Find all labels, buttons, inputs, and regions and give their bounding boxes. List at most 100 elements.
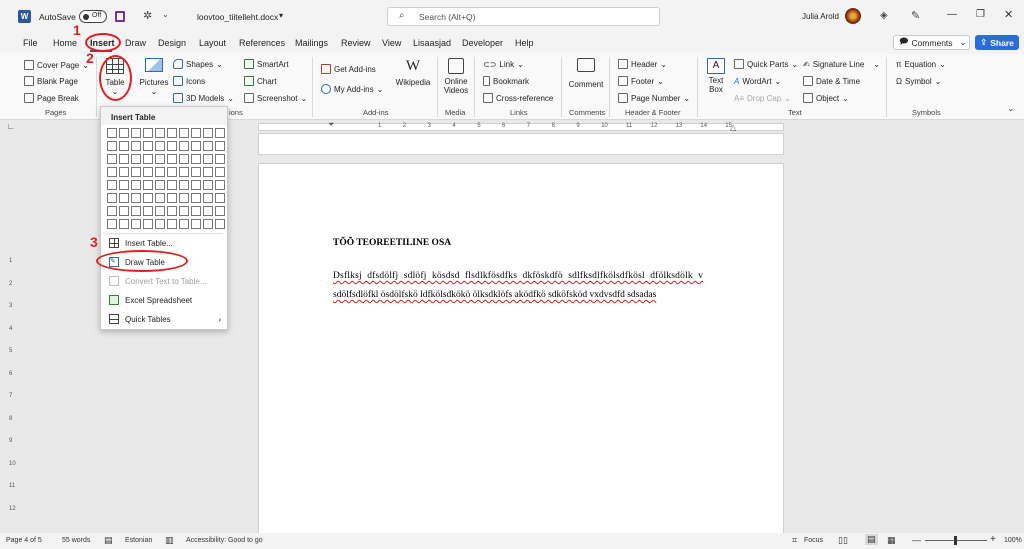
- table-grid-cell[interactable]: [167, 206, 177, 216]
- filename-chevron-icon[interactable]: ▾: [279, 11, 283, 20]
- document-filename[interactable]: loovtoo_tiitelleht.docx: [197, 12, 278, 22]
- zoom-in-icon[interactable]: +: [990, 534, 996, 545]
- table-grid-cell[interactable]: [191, 206, 201, 216]
- icons-button[interactable]: Icons: [173, 74, 205, 88]
- table-grid-cell[interactable]: [179, 219, 189, 229]
- avatar[interactable]: [845, 8, 861, 24]
- tab-draw[interactable]: Draw: [125, 38, 146, 48]
- tab-mailings[interactable]: Mailings: [295, 38, 328, 48]
- table-grid-cell[interactable]: [191, 219, 201, 229]
- shapes-button[interactable]: Shapes ⌄: [173, 57, 223, 71]
- table-grid-cell[interactable]: [203, 167, 213, 177]
- share-button[interactable]: ⇪ Share: [975, 35, 1019, 50]
- table-grid-cell[interactable]: [155, 206, 165, 216]
- premium-diamond-icon[interactable]: ◈: [880, 10, 888, 21]
- bookmark-button[interactable]: Bookmark: [483, 74, 529, 88]
- zoom-out-icon[interactable]: —: [912, 535, 921, 545]
- table-grid-cell[interactable]: [179, 141, 189, 151]
- comments-button[interactable]: 🗩 Comments ⌄: [893, 35, 970, 50]
- user-name[interactable]: Julia Arold: [802, 12, 839, 21]
- footer-button[interactable]: Footer ⌄: [618, 74, 664, 88]
- cover-page-button[interactable]: Cover Page ⌄: [24, 58, 89, 72]
- save-icon[interactable]: [115, 11, 125, 22]
- table-grid-cell[interactable]: [119, 128, 129, 138]
- table-grid-cell[interactable]: [119, 141, 129, 151]
- table-grid-cell[interactable]: [143, 128, 153, 138]
- table-grid-cell[interactable]: [107, 193, 117, 203]
- tab-help[interactable]: Help: [515, 38, 534, 48]
- table-grid-cell[interactable]: [119, 219, 129, 229]
- web-layout-icon[interactable]: ▦: [887, 535, 896, 546]
- table-grid-cell[interactable]: [155, 193, 165, 203]
- table-grid-cell[interactable]: [215, 193, 225, 203]
- get-addins-button[interactable]: Get Add-ins: [321, 62, 376, 76]
- table-grid-cell[interactable]: [203, 128, 213, 138]
- table-grid-cell[interactable]: [131, 141, 141, 151]
- table-grid-cell[interactable]: [155, 141, 165, 151]
- table-grid-cell[interactable]: [131, 193, 141, 203]
- zoom-slider-thumb[interactable]: [954, 536, 957, 545]
- object-button[interactable]: Object ⌄: [803, 91, 849, 105]
- link-button[interactable]: ⊂⊃ Link ⌄: [483, 57, 524, 71]
- table-grid-cell[interactable]: [203, 180, 213, 190]
- table-grid-cell[interactable]: [191, 180, 201, 190]
- section-heading[interactable]: TÕÕ TEOREETILINE OSA: [333, 238, 451, 248]
- table-grid-cell[interactable]: [215, 154, 225, 164]
- proofing-icon[interactable]: ▤: [104, 535, 113, 546]
- pictures-button[interactable]: Pictures ⌄: [138, 58, 170, 98]
- tab-developer[interactable]: Developer: [462, 38, 503, 48]
- page-break-button[interactable]: Page Break: [24, 91, 79, 105]
- table-grid-cell[interactable]: [203, 154, 213, 164]
- focus-label[interactable]: Focus: [804, 537, 823, 544]
- document-page[interactable]: TÕÕ TEOREETILINE OSA Dsflksj dfsdölfj sd…: [258, 163, 784, 535]
- table-grid-cell[interactable]: [179, 128, 189, 138]
- zoom-level[interactable]: 100%: [1004, 537, 1022, 544]
- pen-icon[interactable]: ✎: [911, 9, 920, 22]
- table-grid-cell[interactable]: [167, 180, 177, 190]
- table-grid-cell[interactable]: [143, 193, 153, 203]
- table-grid-cell[interactable]: [203, 193, 213, 203]
- excel-spreadsheet-item[interactable]: Excel Spreadsheet: [109, 295, 192, 305]
- table-grid-cell[interactable]: [119, 206, 129, 216]
- accessibility-status[interactable]: Accessibility: Good to go: [186, 537, 263, 544]
- blank-page-button[interactable]: Blank Page: [24, 74, 78, 88]
- collapse-ribbon-icon[interactable]: ⌄: [1007, 103, 1015, 114]
- table-grid-cell[interactable]: [131, 219, 141, 229]
- table-grid-cell[interactable]: [167, 128, 177, 138]
- table-grid-cell[interactable]: [179, 193, 189, 203]
- table-grid-cell[interactable]: [179, 167, 189, 177]
- search-box[interactable]: ⌕ Search (Alt+Q): [387, 7, 660, 26]
- table-grid-cell[interactable]: [119, 193, 129, 203]
- table-grid-cell[interactable]: [203, 206, 213, 216]
- tab-selector-icon[interactable]: ∟: [7, 122, 15, 131]
- table-grid-cell[interactable]: [119, 154, 129, 164]
- online-videos-button[interactable]: Online Videos: [440, 58, 472, 104]
- table-grid-cell[interactable]: [155, 219, 165, 229]
- tab-design[interactable]: Design: [158, 38, 186, 48]
- symbol-button[interactable]: Ω Symbol ⌄: [896, 74, 941, 88]
- table-grid-cell[interactable]: [179, 206, 189, 216]
- settings-gear-icon[interactable]: ✲: [143, 9, 152, 22]
- vertical-ruler[interactable]: [0, 133, 20, 533]
- comment-button[interactable]: Comment: [566, 58, 606, 98]
- word-count[interactable]: 55 words: [62, 537, 90, 544]
- table-grid-cell[interactable]: [155, 180, 165, 190]
- table-grid-cell[interactable]: [215, 128, 225, 138]
- table-grid-cell[interactable]: [143, 141, 153, 151]
- table-grid-cell[interactable]: [179, 180, 189, 190]
- insert-table-dialog-item[interactable]: Insert Table...: [109, 238, 173, 248]
- smartart-button[interactable]: SmartArt: [244, 57, 289, 71]
- table-grid-cell[interactable]: [155, 154, 165, 164]
- table-grid-cell[interactable]: [131, 180, 141, 190]
- tab-view[interactable]: View: [382, 38, 401, 48]
- tab-layout[interactable]: Layout: [199, 38, 226, 48]
- paragraph-line-1[interactable]: Dsflksj dfsdölfj sdlöfj kösdsd flsdlkfös…: [333, 271, 735, 281]
- wikipedia-button[interactable]: W Wikipedia: [394, 58, 432, 98]
- table-grid-cell[interactable]: [131, 167, 141, 177]
- print-layout-icon[interactable]: ▤: [865, 534, 878, 545]
- indent-marker-icon[interactable]: ⏷: [328, 120, 334, 130]
- table-grid-cell[interactable]: [107, 128, 117, 138]
- language[interactable]: Estonian: [125, 537, 152, 544]
- page-number-button[interactable]: Page Number ⌄: [618, 91, 690, 105]
- table-grid-cell[interactable]: [143, 167, 153, 177]
